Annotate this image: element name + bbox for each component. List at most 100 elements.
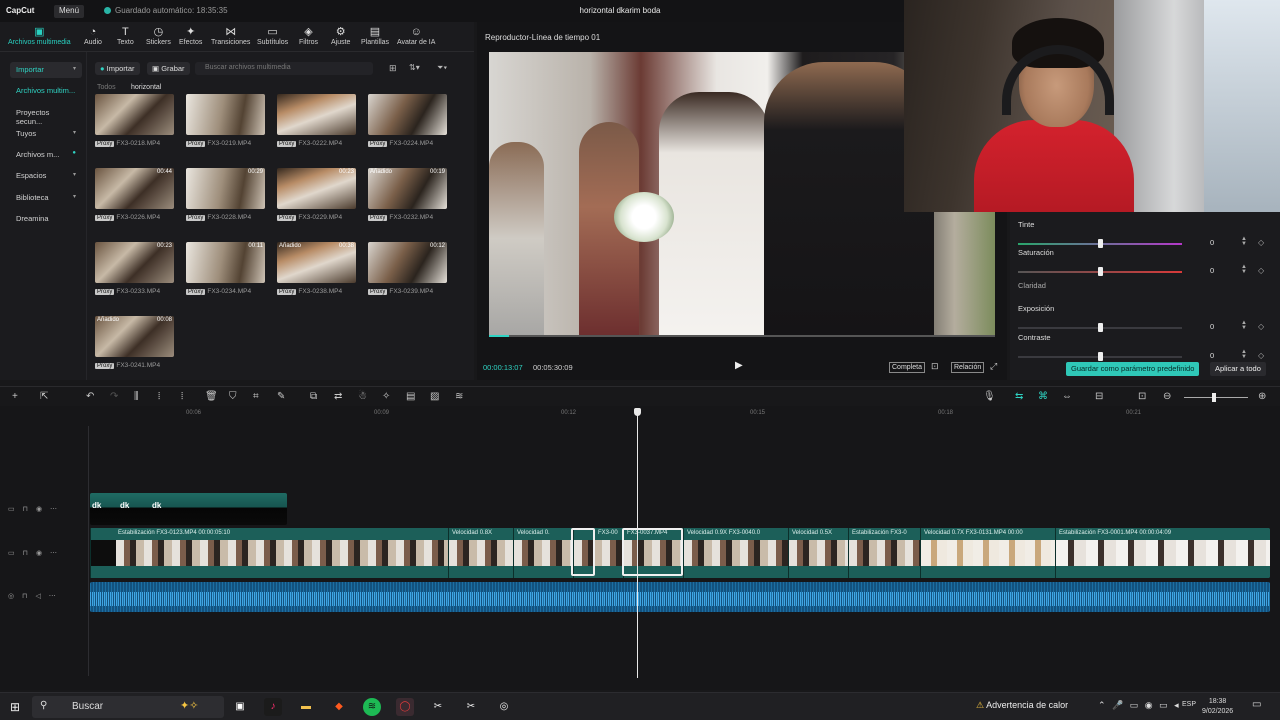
- sidebar-item-media[interactable]: Archivos multim...: [10, 83, 82, 99]
- selected-clip-outline[interactable]: [571, 528, 595, 576]
- media-thumbnail[interactable]: [95, 94, 174, 135]
- image-icon[interactable]: ▨: [430, 391, 439, 402]
- wave-icon[interactable]: ≋: [455, 391, 463, 402]
- playback-progress[interactable]: [489, 335, 995, 337]
- playhead[interactable]: [634, 408, 641, 678]
- media-thumbnail[interactable]: 00:38 Añadido: [277, 242, 356, 283]
- capcut-alt-icon[interactable]: ✂: [462, 698, 480, 716]
- video-clip[interactable]: Velocidad 0.5X: [788, 528, 848, 578]
- import-button[interactable]: ● Importar: [95, 62, 140, 75]
- caption-icon[interactable]: ▤: [406, 391, 415, 402]
- menu-button[interactable]: Menú: [54, 5, 85, 18]
- saturation-slider-knob[interactable]: [1098, 267, 1103, 276]
- selected-clip-outline[interactable]: [622, 528, 683, 576]
- tint-slider-knob[interactable]: [1098, 239, 1103, 248]
- media-search-input[interactable]: Buscar archivos multimedia: [195, 62, 373, 75]
- video-clip[interactable]: Estabilización FX3-0001.MP4 00:00:04:09: [1055, 528, 1270, 578]
- windows-start-icon[interactable]: ⊞: [10, 700, 20, 714]
- tab-ai-avatar[interactable]: ☺ Avatar de IA: [397, 26, 435, 46]
- undo-icon[interactable]: ↶: [86, 391, 94, 402]
- keyframe-icon[interactable]: ◇: [1258, 322, 1264, 331]
- sidebar-item-projects[interactable]: Proyectos secun...: [10, 105, 82, 126]
- brave-icon[interactable]: ◆: [330, 698, 348, 716]
- contrast-slider-knob[interactable]: [1098, 352, 1103, 361]
- tab-subtitles[interactable]: ▭ Subtítulos: [257, 26, 288, 46]
- fit-icon[interactable]: ⊡: [931, 361, 939, 372]
- keyframe-icon[interactable]: ◇: [1258, 238, 1264, 247]
- system-tray[interactable]: ⌃ 🎤 ▭ ◉ ▭ ◂: [1098, 700, 1179, 711]
- sidebar-item-dreamina[interactable]: Dreamina: [10, 211, 82, 227]
- audio-track[interactable]: [90, 582, 1270, 612]
- zoom-slider[interactable]: [1184, 397, 1248, 398]
- magic-icon[interactable]: ✧: [382, 391, 390, 402]
- ratio-button[interactable]: Relación: [951, 362, 985, 373]
- text-track-clip[interactable]: dk dk dk: [90, 493, 287, 525]
- tab-templates[interactable]: ▤ Plantillas: [361, 26, 389, 46]
- freeze-icon[interactable]: ⧉: [310, 391, 317, 402]
- media-thumbnail[interactable]: [277, 94, 356, 135]
- video-clip[interactable]: Velocidad 0.8X: [448, 528, 513, 578]
- media-thumbnail[interactable]: 00:29: [186, 168, 265, 209]
- tiktok-icon[interactable]: ♪: [264, 698, 282, 716]
- clock[interactable]: 18:38 9/02/2026: [1202, 697, 1233, 717]
- crop-icon[interactable]: ⌗: [253, 391, 259, 402]
- marker-icon[interactable]: ⛉: [229, 391, 237, 402]
- media-thumbnail[interactable]: [186, 94, 265, 135]
- zoom-in-icon[interactable]: ⊕: [1258, 391, 1266, 402]
- media-thumbnail[interactable]: 00:19 Añadido: [368, 168, 447, 209]
- record-button[interactable]: ▣ Grabar: [147, 62, 190, 75]
- stepper-icon[interactable]: ▲ ▼: [1241, 320, 1247, 331]
- video-clip[interactable]: Estabilización FX3-0123.MP4 00:00:05:10: [90, 528, 448, 578]
- spotify-icon[interactable]: ≋: [363, 698, 381, 716]
- view-grid-icon[interactable]: ⊞: [389, 63, 397, 74]
- video-clip[interactable]: Velocidad 0.9X FX3-0040.0: [683, 528, 788, 578]
- folder-tab[interactable]: horizontal: [131, 84, 161, 91]
- draw-icon[interactable]: ✎: [277, 391, 285, 402]
- file-explorer-icon[interactable]: ▬: [297, 698, 315, 716]
- keyframe-icon[interactable]: ◇: [1258, 266, 1264, 275]
- microphone-icon[interactable]: 🎙: [983, 391, 996, 402]
- media-thumbnail[interactable]: [368, 94, 447, 135]
- fullscreen-icon[interactable]: ⤢: [990, 361, 997, 372]
- audio-track-controls[interactable]: ◎ ⊓ ◁ ⋯: [8, 592, 56, 600]
- time-ruler[interactable]: 00:06 00:09 00:12 00:15 00:18 00:21: [90, 406, 1280, 420]
- video-clip[interactable]: Estabilización FX3-0: [848, 528, 920, 578]
- split-right-icon[interactable]: ⦙: [181, 391, 183, 402]
- language-indicator[interactable]: ESP: [1182, 701, 1196, 708]
- video-clip[interactable]: Velocidad 0.7X FX3-0131.MP4 00:00: [920, 528, 1055, 578]
- zoom-knob[interactable]: [1212, 393, 1216, 402]
- preview-axis-icon[interactable]: ⇔: [1062, 391, 1072, 402]
- sidebar-item-yours[interactable]: Tuyos ▾: [10, 126, 82, 142]
- heat-warning[interactable]: ⚠ Advertencia de calor: [976, 700, 1068, 711]
- sidebar-item-library[interactable]: Biblioteca ▾: [10, 190, 82, 206]
- stepper-icon[interactable]: ▲ ▼: [1241, 236, 1247, 247]
- tab-effects[interactable]: ✦ Efectos: [179, 26, 202, 46]
- save-preset-button[interactable]: Guardar como parámetro predefinido: [1066, 362, 1200, 376]
- split-icon[interactable]: ⫼: [134, 391, 139, 402]
- person-icon[interactable]: ☃: [358, 391, 367, 402]
- split-left-icon[interactable]: ⦙: [158, 391, 160, 402]
- text-track-controls[interactable]: ▭ ⊓ ◉ ⋯: [8, 505, 57, 513]
- tab-media[interactable]: ▣ Archivos multimedia: [8, 26, 71, 46]
- tab-filters[interactable]: ◈ Filtros: [299, 26, 318, 46]
- video-clip[interactable]: Velocidad 0.: [513, 528, 573, 578]
- sidebar-item-spaces[interactable]: Espacios ▾: [10, 168, 82, 184]
- sidebar-item-import[interactable]: Importar ▾: [10, 62, 82, 78]
- snap-icon[interactable]: ⌘: [1038, 391, 1048, 402]
- task-view-icon[interactable]: ▣: [231, 698, 249, 716]
- tab-text[interactable]: T Texto: [117, 26, 134, 46]
- layout-icon[interactable]: ⊟: [1095, 391, 1103, 402]
- add-icon[interactable]: +: [12, 391, 18, 402]
- sidebar-item-files[interactable]: Archivos m... ●: [10, 147, 82, 163]
- notification-icon[interactable]: ▭: [1252, 699, 1261, 710]
- tab-transitions[interactable]: ⋈ Transiciones: [211, 26, 250, 46]
- video-track-controls[interactable]: ▭ ⊓ ◉ ⋯: [8, 549, 57, 557]
- tab-stickers[interactable]: ◷ Stickers: [146, 26, 171, 46]
- tab-adjust[interactable]: ⚙ Ajuste: [331, 26, 350, 46]
- mirror-icon[interactable]: ⇄: [334, 391, 342, 402]
- link-icon[interactable]: ⇆: [1015, 391, 1023, 402]
- select-cursor-icon[interactable]: ⇱: [40, 391, 48, 402]
- filter-all[interactable]: Todos: [97, 84, 116, 91]
- capcut-icon[interactable]: ✂: [429, 698, 447, 716]
- filter-icon[interactable]: ⏷▾: [437, 63, 447, 73]
